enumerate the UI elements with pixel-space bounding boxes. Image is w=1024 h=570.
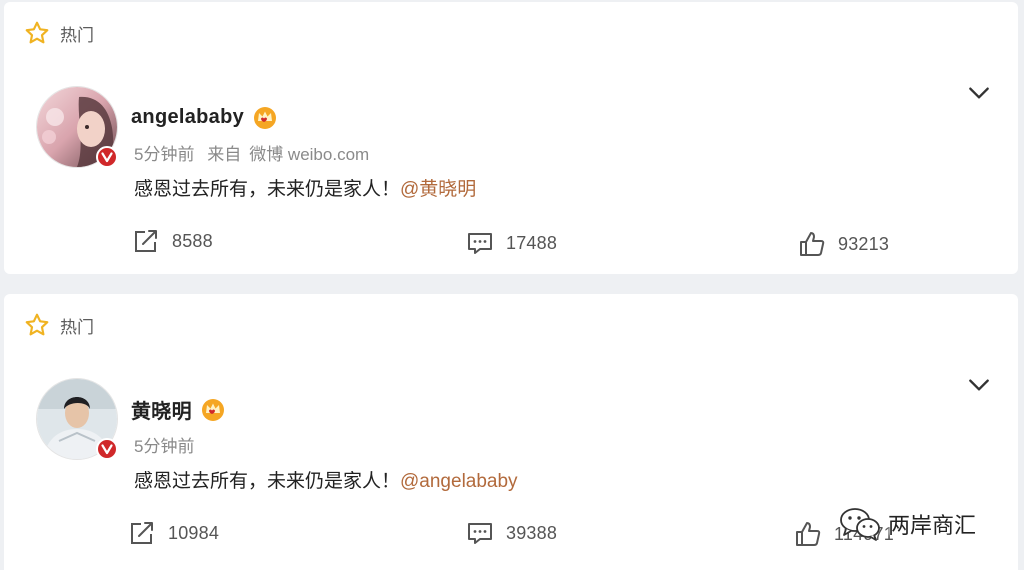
hot-tag: 热门	[24, 312, 94, 338]
mention-link[interactable]: @angelababy	[400, 471, 518, 492]
wechat-icon	[840, 508, 880, 541]
comment-icon	[468, 233, 492, 254]
like-icon	[796, 522, 821, 546]
author-row: 黄晓明	[131, 394, 226, 424]
hot-tag: 热门	[24, 20, 94, 46]
repost-button[interactable]: 8588	[132, 228, 213, 254]
author-row: angelababy	[131, 102, 278, 132]
repost-count: 10984	[168, 522, 220, 543]
post-source: 微博 weibo.com	[249, 145, 370, 164]
repost-icon	[135, 230, 157, 252]
comment-button[interactable]: 17488	[466, 230, 557, 256]
repost-button[interactable]: 10984	[128, 520, 219, 546]
verified-badge-icon	[96, 146, 118, 168]
comment-count: 17488	[506, 232, 558, 253]
crown-icon[interactable]	[200, 396, 226, 422]
comment-count: 39388	[506, 522, 558, 543]
post-time[interactable]: 5分钟前	[134, 437, 194, 456]
post-time[interactable]: 5分钟前	[134, 145, 194, 164]
verified-badge-icon	[96, 438, 118, 460]
comment-button[interactable]: 39388	[466, 520, 557, 546]
post-meta: 5分钟前	[134, 432, 202, 457]
author-name[interactable]: angelababy	[131, 106, 244, 129]
post-body: 感恩过去所有，未来仍是家人！	[134, 179, 401, 200]
post-meta: 5分钟前 来自 微博 weibo.com	[134, 140, 377, 165]
crown-icon[interactable]	[252, 104, 278, 130]
post-body: 感恩过去所有，未来仍是家人！	[134, 471, 401, 492]
source-prefix: 来自	[207, 145, 242, 164]
watermark-text: 两岸商汇	[888, 513, 977, 538]
repost-icon	[131, 522, 153, 544]
hot-label: 热门	[60, 317, 94, 337]
like-button[interactable]: 93213	[798, 230, 889, 258]
star-icon	[25, 313, 49, 336]
like-icon	[800, 232, 825, 256]
like-count: 93213	[838, 233, 890, 254]
chevron-down-icon[interactable]	[966, 80, 992, 106]
repost-count: 8588	[172, 230, 213, 251]
watermark: 两岸商汇	[838, 506, 976, 542]
star-icon	[25, 21, 49, 44]
chevron-down-icon[interactable]	[966, 372, 992, 398]
author-name[interactable]: 黄晓明	[131, 395, 192, 424]
hot-label: 热门	[60, 25, 94, 45]
post-text: 感恩过去所有，未来仍是家人！@黄晓明	[134, 174, 476, 201]
comment-icon	[468, 523, 492, 544]
post-card-angelababy: 热门 angelababy 5分钟前 来自 微博 weibo.com 感恩过去所…	[4, 2, 1018, 274]
avatar-huangxiaoming[interactable]	[36, 378, 118, 460]
post-text: 感恩过去所有，未来仍是家人！@angelababy	[134, 466, 518, 493]
mention-link[interactable]: @黄晓明	[400, 179, 476, 200]
avatar-angelababy[interactable]	[36, 86, 118, 168]
